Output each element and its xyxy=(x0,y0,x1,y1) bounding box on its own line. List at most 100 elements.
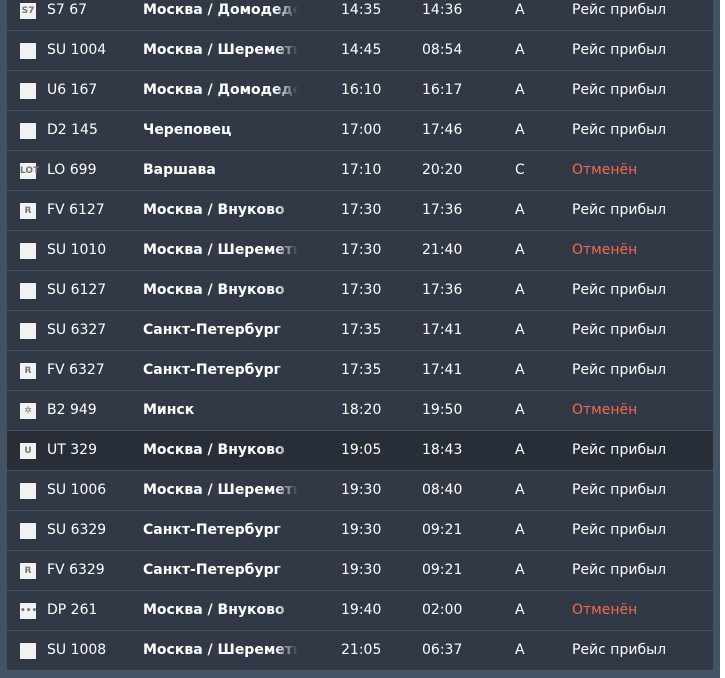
destination-city: Санкт-Петербург xyxy=(143,362,281,378)
flight-status: Рейс прибыл xyxy=(572,442,667,458)
flight-number: D2 145 xyxy=(47,122,98,138)
flight-number: FV 6329 xyxy=(47,562,105,578)
rossiya-logo-icon: R xyxy=(20,563,36,579)
lot-logo-icon: LOT xyxy=(20,163,39,179)
actual-time: 06:37 xyxy=(422,642,463,658)
flight-row[interactable]: SU 1010 Москва / Шереметьево 17:30 21:40 A От… xyxy=(7,231,713,271)
pobeda-logo-icon: ••• xyxy=(20,603,37,619)
destination-city: Санкт-Петербург xyxy=(143,322,281,338)
scheduled-time: 17:00 xyxy=(341,122,382,138)
flight-row[interactable]: ••• DP 261 Москва / Внуково 19:40 02:00 A Отме… xyxy=(7,591,713,631)
terminal: A xyxy=(515,242,525,258)
flight-row[interactable]: SU 1008 Москва / Шереметьево 21:05 06:37 A Ре… xyxy=(7,631,713,671)
flight-row[interactable]: SU 6327 Санкт-Петербург 17:35 17:41 A Рейс пр… xyxy=(7,311,713,351)
terminal: A xyxy=(515,122,525,138)
flight-number: SU 6327 xyxy=(47,322,107,338)
belavia-logo-icon: ✲ xyxy=(20,403,36,419)
flight-row[interactable]: SU 6329 Санкт-Петербург 19:30 09:21 A Рейс пр… xyxy=(7,511,713,551)
destination-city: Варшава xyxy=(143,162,216,178)
flight-status: Рейс прибыл xyxy=(572,522,667,538)
flight-row[interactable]: SU 6127 Москва / Внуково 17:30 17:36 A Рейс п… xyxy=(7,271,713,311)
destination-city: Москва / Внуково xyxy=(143,442,285,458)
destination-city: Москва / Домодедово xyxy=(143,2,298,18)
destination-city: Минск xyxy=(143,402,195,418)
aeroflot-logo-icon xyxy=(20,643,36,659)
flight-row[interactable]: R FV 6127 Москва / Внуково 17:30 17:36 A Рейс … xyxy=(7,191,713,231)
destination-city: Москва / Шереметьево xyxy=(143,242,298,258)
utair-logo-icon: U xyxy=(20,443,36,459)
actual-time: 17:41 xyxy=(422,362,463,378)
actual-time: 16:17 xyxy=(422,82,463,98)
flight-number: LO 699 xyxy=(47,162,97,178)
flight-row[interactable]: S7 S7 67 Москва / Домодедово 14:35 14:36 A Рей… xyxy=(7,0,713,31)
destination-city: Москва / Шереметьево xyxy=(143,42,298,58)
scheduled-time: 14:45 xyxy=(341,42,382,58)
aeroflot-logo-icon xyxy=(20,523,36,539)
destination-city: Москва / Внуково xyxy=(143,282,285,298)
scheduled-time: 17:30 xyxy=(341,282,382,298)
aeroflot-logo-icon xyxy=(20,283,36,299)
flight-status: Рейс прибыл xyxy=(572,82,667,98)
flight-number: SU 6329 xyxy=(47,522,107,538)
terminal: A xyxy=(515,282,525,298)
terminal: A xyxy=(515,202,525,218)
flight-number: DP 261 xyxy=(47,602,98,618)
flight-status: Рейс прибыл xyxy=(572,362,667,378)
s7-logo-icon: S7 xyxy=(20,3,36,19)
destination-city: Москва / Внуково xyxy=(143,202,285,218)
flight-status: Отменён xyxy=(572,602,638,618)
scheduled-time: 17:30 xyxy=(341,242,382,258)
scheduled-time: 16:10 xyxy=(341,82,382,98)
flight-status: Рейс прибыл xyxy=(572,642,667,658)
scheduled-time: 17:10 xyxy=(341,162,382,178)
flight-number: SU 1010 xyxy=(47,242,107,258)
actual-time: 21:40 xyxy=(422,242,463,258)
ural-logo-icon xyxy=(20,83,36,99)
terminal: A xyxy=(515,82,525,98)
flight-row[interactable]: D2 145 Череповец 17:00 17:46 A Рейс прибыл xyxy=(7,111,713,151)
terminal: A xyxy=(515,322,525,338)
actual-time: 17:36 xyxy=(422,282,463,298)
terminal: C xyxy=(515,162,525,178)
flight-number: SU 6127 xyxy=(47,282,107,298)
flight-row[interactable]: U6 167 Москва / Домодедово 16:10 16:17 A Рейс… xyxy=(7,71,713,111)
actual-time: 09:21 xyxy=(422,562,463,578)
scheduled-time: 21:05 xyxy=(341,642,382,658)
terminal: A xyxy=(515,562,525,578)
flight-row[interactable]: U UT 329 Москва / Внуково 19:05 18:43 A Рейс п… xyxy=(7,431,713,471)
flight-status: Рейс прибыл xyxy=(572,42,667,58)
terminal: A xyxy=(515,42,525,58)
aeroflot-logo-icon xyxy=(20,43,36,59)
actual-time: 17:36 xyxy=(422,202,463,218)
actual-time: 08:40 xyxy=(422,482,463,498)
scheduled-time: 19:05 xyxy=(341,442,382,458)
terminal: A xyxy=(515,642,525,658)
destination-city: Москва / Внуково xyxy=(143,602,285,618)
actual-time: 02:00 xyxy=(422,602,463,618)
flight-number: FV 6327 xyxy=(47,362,105,378)
flight-number: S7 67 xyxy=(47,2,88,18)
flight-row[interactable]: SU 1006 Москва / Шереметьево 19:30 08:40 A Ре… xyxy=(7,471,713,511)
flight-number: U6 167 xyxy=(47,82,98,98)
flight-row[interactable]: SU 1004 Москва / Шереметьево 14:45 08:54 A Ре… xyxy=(7,31,713,71)
actual-time: 14:36 xyxy=(422,2,463,18)
destination-city: Санкт-Петербург xyxy=(143,522,281,538)
aeroflot-logo-icon xyxy=(20,483,36,499)
aeroflot-logo-icon xyxy=(20,243,36,259)
destination-city: Москва / Шереметьево xyxy=(143,642,298,658)
flight-row[interactable]: R FV 6327 Санкт-Петербург 17:35 17:41 A Рейс п… xyxy=(7,351,713,391)
flights-table: S7 S7 67 Москва / Домодедово 14:35 14:36 A Рей… xyxy=(7,0,713,671)
flight-number: B2 949 xyxy=(47,402,97,418)
scheduled-time: 17:30 xyxy=(341,202,382,218)
flight-status: Рейс прибыл xyxy=(572,202,667,218)
flight-row[interactable]: ✲ B2 949 Минск 18:20 19:50 A Отменён xyxy=(7,391,713,431)
flight-number: UT 329 xyxy=(47,442,97,458)
d2-logo-icon xyxy=(20,123,36,139)
scheduled-time: 17:35 xyxy=(341,362,382,378)
flight-row[interactable]: LOT LO 699 Варшава 17:10 20:20 C Отменён xyxy=(7,151,713,191)
flight-number: FV 6127 xyxy=(47,202,105,218)
terminal: A xyxy=(515,442,525,458)
flight-row[interactable]: R FV 6329 Санкт-Петербург 19:30 09:21 A Рейс п… xyxy=(7,551,713,591)
flight-status: Рейс прибыл xyxy=(572,322,667,338)
scheduled-time: 14:35 xyxy=(341,2,382,18)
